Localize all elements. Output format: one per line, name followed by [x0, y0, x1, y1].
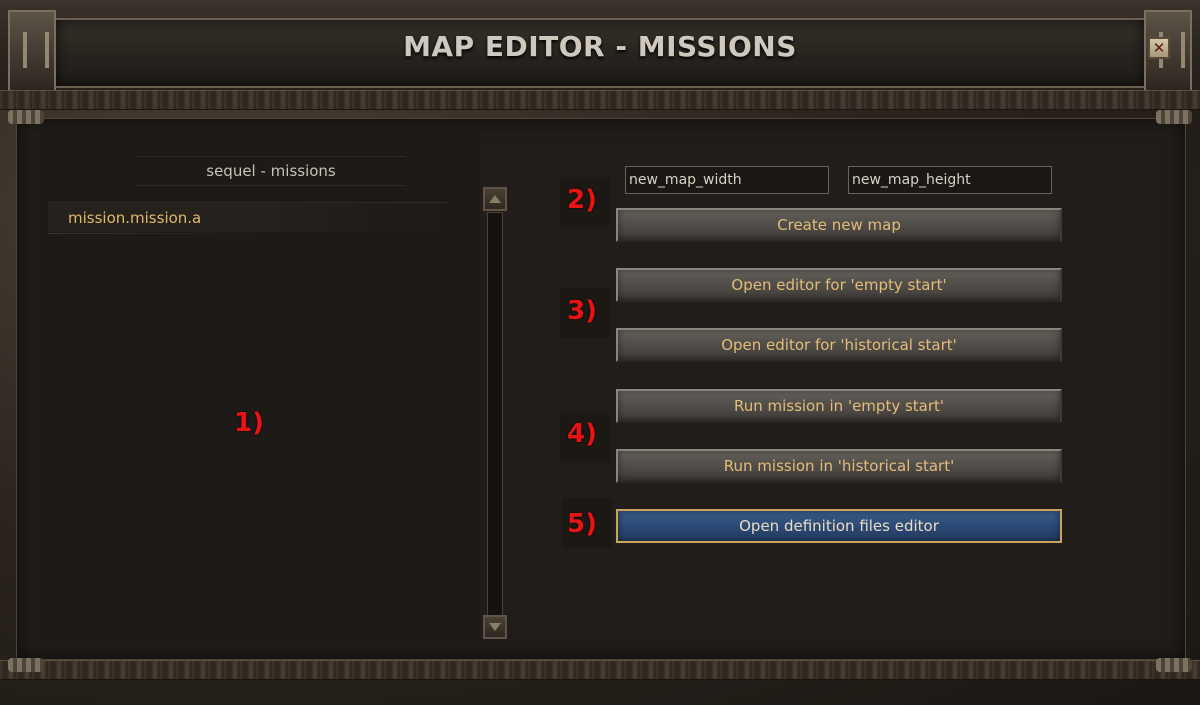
close-button[interactable]: ✕ [1148, 37, 1170, 59]
arrow-down-icon [489, 623, 501, 631]
missions-list-panel: sequel - missions mission.mission.a [40, 132, 480, 640]
annotation-3: 3) [567, 296, 597, 326]
arrow-up-icon [489, 195, 501, 203]
bolt-icon [1156, 110, 1192, 124]
list-header: sequel - missions [136, 156, 406, 186]
open-editor-empty-start-button[interactable]: Open editor for 'empty start' [616, 268, 1062, 302]
map-editor-window: MAP EDITOR - MISSIONS ✕ sequel - mission… [0, 0, 1200, 705]
annotation-2: 2) [567, 185, 597, 215]
annotation-4: 4) [567, 419, 597, 449]
create-new-map-button[interactable]: Create new map [616, 208, 1062, 242]
bolt-icon [1156, 658, 1192, 672]
map-height-input[interactable] [848, 166, 1052, 194]
bottom-ornament-band [0, 660, 1200, 680]
annotation-1: 1) [234, 408, 264, 438]
scrollbar-track[interactable] [487, 212, 503, 616]
bolt-icon [8, 658, 44, 672]
run-mission-empty-start-button[interactable]: Run mission in 'empty start' [616, 389, 1062, 423]
list-item-mission[interactable]: mission.mission.a [48, 202, 448, 234]
scroll-up-button[interactable] [483, 187, 507, 211]
open-editor-historical-start-button[interactable]: Open editor for 'historical start' [616, 328, 1062, 362]
annotation-5: 5) [567, 509, 597, 539]
open-definition-files-editor-button[interactable]: Open definition files editor [616, 509, 1062, 543]
map-width-input[interactable] [625, 166, 829, 194]
scroll-down-button[interactable] [483, 615, 507, 639]
run-mission-historical-start-button[interactable]: Run mission in 'historical start' [616, 449, 1062, 483]
bolt-icon [8, 110, 44, 124]
window-title: MAP EDITOR - MISSIONS [403, 30, 797, 63]
top-ornament-band [0, 90, 1200, 110]
